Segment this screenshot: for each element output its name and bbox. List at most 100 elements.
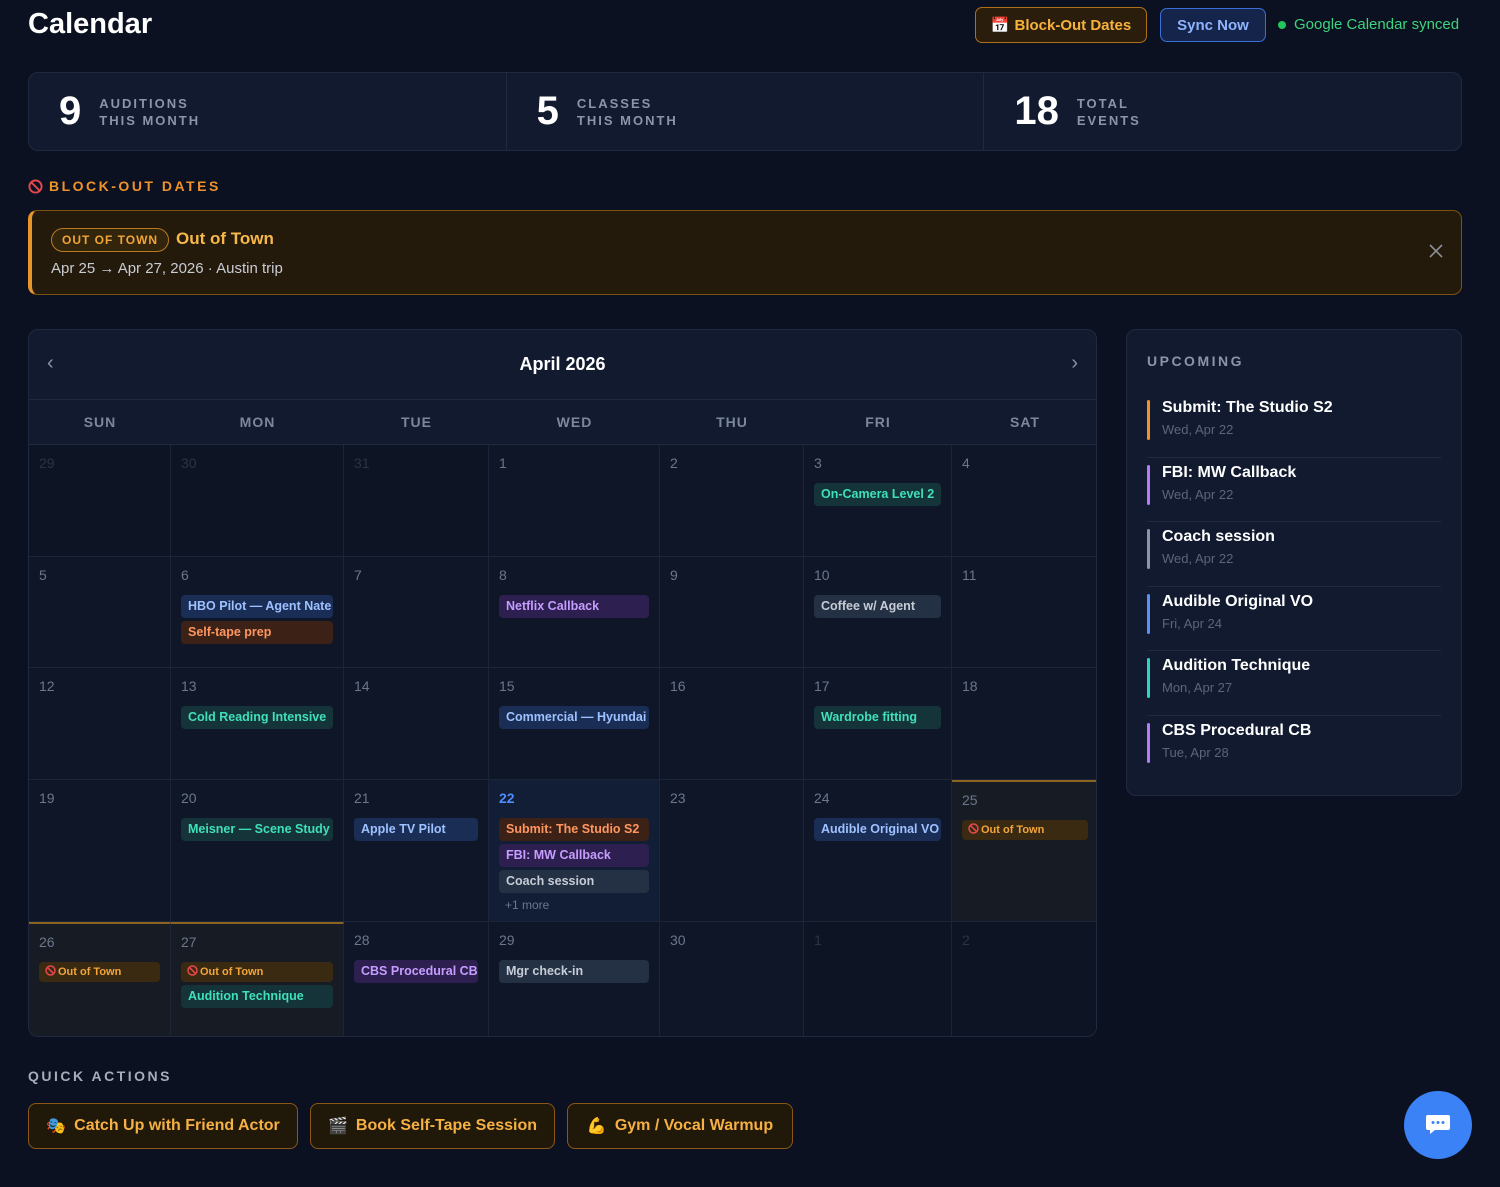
blockout-event-chip[interactable]: Out of Town [962,820,1088,840]
blockout-event-chip[interactable]: Out of Town [39,962,160,982]
chat-button[interactable] [1404,1091,1472,1159]
event-chip[interactable]: Netflix Callback [499,595,649,618]
calendar-day-cell[interactable]: 28 CBS Procedural CB [344,922,489,1036]
status-dot-icon [1278,20,1286,29]
calendar-day-cell[interactable]: 9 [660,557,804,668]
calendar-day-cell[interactable]: 18 [952,668,1096,780]
upcoming-color-bar [1147,400,1150,440]
upcoming-item[interactable]: Audition Technique Mon, Apr 27 [1147,651,1441,716]
calendar-day-cell[interactable]: 26 Out of Town [29,922,171,1036]
event-chip[interactable]: Self-tape prep [181,621,333,644]
upcoming-item-date: Tue, Apr 28 [1162,744,1229,760]
day-number: 11 [962,567,977,583]
calendar-day-cell[interactable]: 10 Coffee w/ Agent [804,557,952,668]
upcoming-item[interactable]: Coach session Wed, Apr 22 [1147,522,1441,587]
sync-now-button[interactable]: Sync Now [1160,8,1266,42]
calendar-day-cell[interactable]: 31 [344,445,489,557]
calendar-day-cell[interactable]: 6 HBO Pilot — Agent Nate Self-tape prep [171,557,344,668]
calendar-header: ‹ April 2026 › [29,330,1096,400]
day-number: 30 [670,932,686,948]
calendar-day-cell[interactable]: 14 [344,668,489,780]
calendar-day-cell[interactable]: 22 Submit: The Studio S2 FBI: MW Callback C… [489,780,660,922]
event-chip[interactable]: HBO Pilot — Agent Nate [181,595,333,618]
event-chip[interactable]: Submit: The Studio S2 [499,818,649,841]
event-chip[interactable]: Apple TV Pilot [354,818,478,841]
calendar-day-cell[interactable]: 27 Out of Town Audition Technique [171,922,344,1036]
calendar-day-cell[interactable]: 5 [29,557,171,668]
calendar-day-cell[interactable]: 11 [952,557,1096,668]
day-number: 23 [670,790,686,806]
weekday-label: TUE [401,414,432,430]
upcoming-item-date: Wed, Apr 22 [1162,422,1234,437]
close-icon[interactable] [1429,241,1443,264]
day-number: 26 [39,934,55,950]
calendar-day-cell[interactable]: 17 Wardrobe fitting [804,668,952,780]
blockout-dates: Apr 25 → Apr 27, 2026 · Austin trip [51,260,283,277]
blockout-event-chip[interactable]: Out of Town [181,962,333,982]
day-number: 10 [814,567,830,583]
calendar-day-cell[interactable]: 8 Netflix Callback [489,557,660,668]
event-chip[interactable]: On-Camera Level 2 [814,483,941,506]
quick-action-gym-warmup-button[interactable]: 💪 Gym / Vocal Warmup [567,1103,793,1149]
upcoming-item[interactable]: FBI: MW Callback Wed, Apr 22 [1147,458,1441,522]
calendar-day-cell[interactable]: 15 Commercial — Hyundai [489,668,660,780]
calendar-day-cell[interactable]: 2 [660,445,804,557]
upcoming-color-bar [1147,658,1150,698]
event-chip[interactable]: Coffee w/ Agent [814,595,941,618]
calendar-day-cell[interactable]: 29 [29,445,171,557]
more-events-link[interactable]: +1 more [499,898,549,912]
day-number: 29 [39,455,55,471]
weekday-label: SUN [83,414,117,430]
event-chip[interactable]: CBS Procedural CB [354,960,478,983]
event-chip[interactable]: Coach session [499,870,649,893]
event-chip[interactable]: Mgr check-in [499,960,649,983]
calendar-day-cell[interactable]: 30 [660,922,804,1036]
calendar-day-cell[interactable]: 1 [804,922,952,1036]
calendar-day-cell[interactable]: 21 Apple TV Pilot [344,780,489,922]
day-number: 25 [962,792,978,808]
calendar-day-cell[interactable]: 3 On-Camera Level 2 [804,445,952,557]
calendar-day-cell[interactable]: 24 Audible Original VO [804,780,952,922]
event-chip[interactable]: FBI: MW Callback [499,844,649,867]
blockout-type-badge: OUT OF TOWN [51,228,170,252]
event-chip[interactable]: Commercial — Hyundai [499,706,649,729]
calendar-day-cell[interactable]: 25 Out of Town [952,780,1096,922]
block-out-dates-button[interactable]: 📅 Block-Out Dates [975,7,1147,43]
calendar-day-cell[interactable]: 2 [952,922,1096,1036]
calendar-day-cell[interactable]: 20 Meisner — Scene Study [171,780,344,922]
upcoming-item[interactable]: Audible Original VO Fri, Apr 24 [1147,587,1441,651]
upcoming-item[interactable]: CBS Procedural CB Tue, Apr 28 [1147,716,1441,781]
calendar-day-cell[interactable]: 16 [660,668,804,780]
weekday-header: SUN MON TUE WED THU FRI SAT [29,400,1096,445]
quick-action-catch-up-button[interactable]: 🎭 Catch Up with Friend Actor [28,1103,298,1149]
calendar-day-cell[interactable]: 19 [29,780,171,922]
day-number: 6 [181,567,189,583]
event-chip[interactable]: Cold Reading Intensive [181,706,333,729]
day-number: 5 [39,567,47,583]
blockout-card[interactable]: OUT OF TOWN Out of Town Apr 25 → Apr 27,… [28,210,1462,295]
day-number: 22 [499,790,515,806]
day-number: 16 [670,678,686,694]
event-chip[interactable]: Audition Technique [181,985,333,1008]
calendar-day-cell[interactable]: 12 [29,668,171,780]
event-chip[interactable]: Audible Original VO [814,818,941,841]
calendar-day-cell[interactable]: 4 [952,445,1096,557]
day-number: 15 [499,678,515,694]
calendar-day-cell[interactable]: 30 [171,445,344,557]
day-number: 1 [814,932,822,948]
calendar-day-cell[interactable]: 1 [489,445,660,557]
event-chip[interactable]: Wardrobe fitting [814,706,941,729]
stats-bar: 9 AUDITIONS THIS MONTH 5 CLASSES THIS MONT… [28,72,1462,151]
calendar-month-label: April 2026 [519,354,606,374]
calendar-day-cell[interactable]: 29 Mgr check-in [489,922,660,1036]
calendar-day-cell[interactable]: 7 [344,557,489,668]
quick-action-book-self-tape-button[interactable]: 🎬 Book Self-Tape Session [310,1103,555,1149]
upcoming-list: Submit: The Studio S2 Wed, Apr 22 FBI: MW … [1147,393,1441,780]
upcoming-color-bar [1147,593,1150,634]
calendar-day-cell[interactable]: 13 Cold Reading Intensive [171,668,344,780]
upcoming-item[interactable]: Submit: The Studio S2 Wed, Apr 22 [1147,393,1441,458]
block-out-dates-button-label: Block-Out Dates [1014,16,1132,34]
event-chip[interactable]: Meisner — Scene Study [181,818,333,841]
chevron-right-icon[interactable]: › [1071,352,1078,375]
calendar-day-cell[interactable]: 23 [660,780,804,922]
